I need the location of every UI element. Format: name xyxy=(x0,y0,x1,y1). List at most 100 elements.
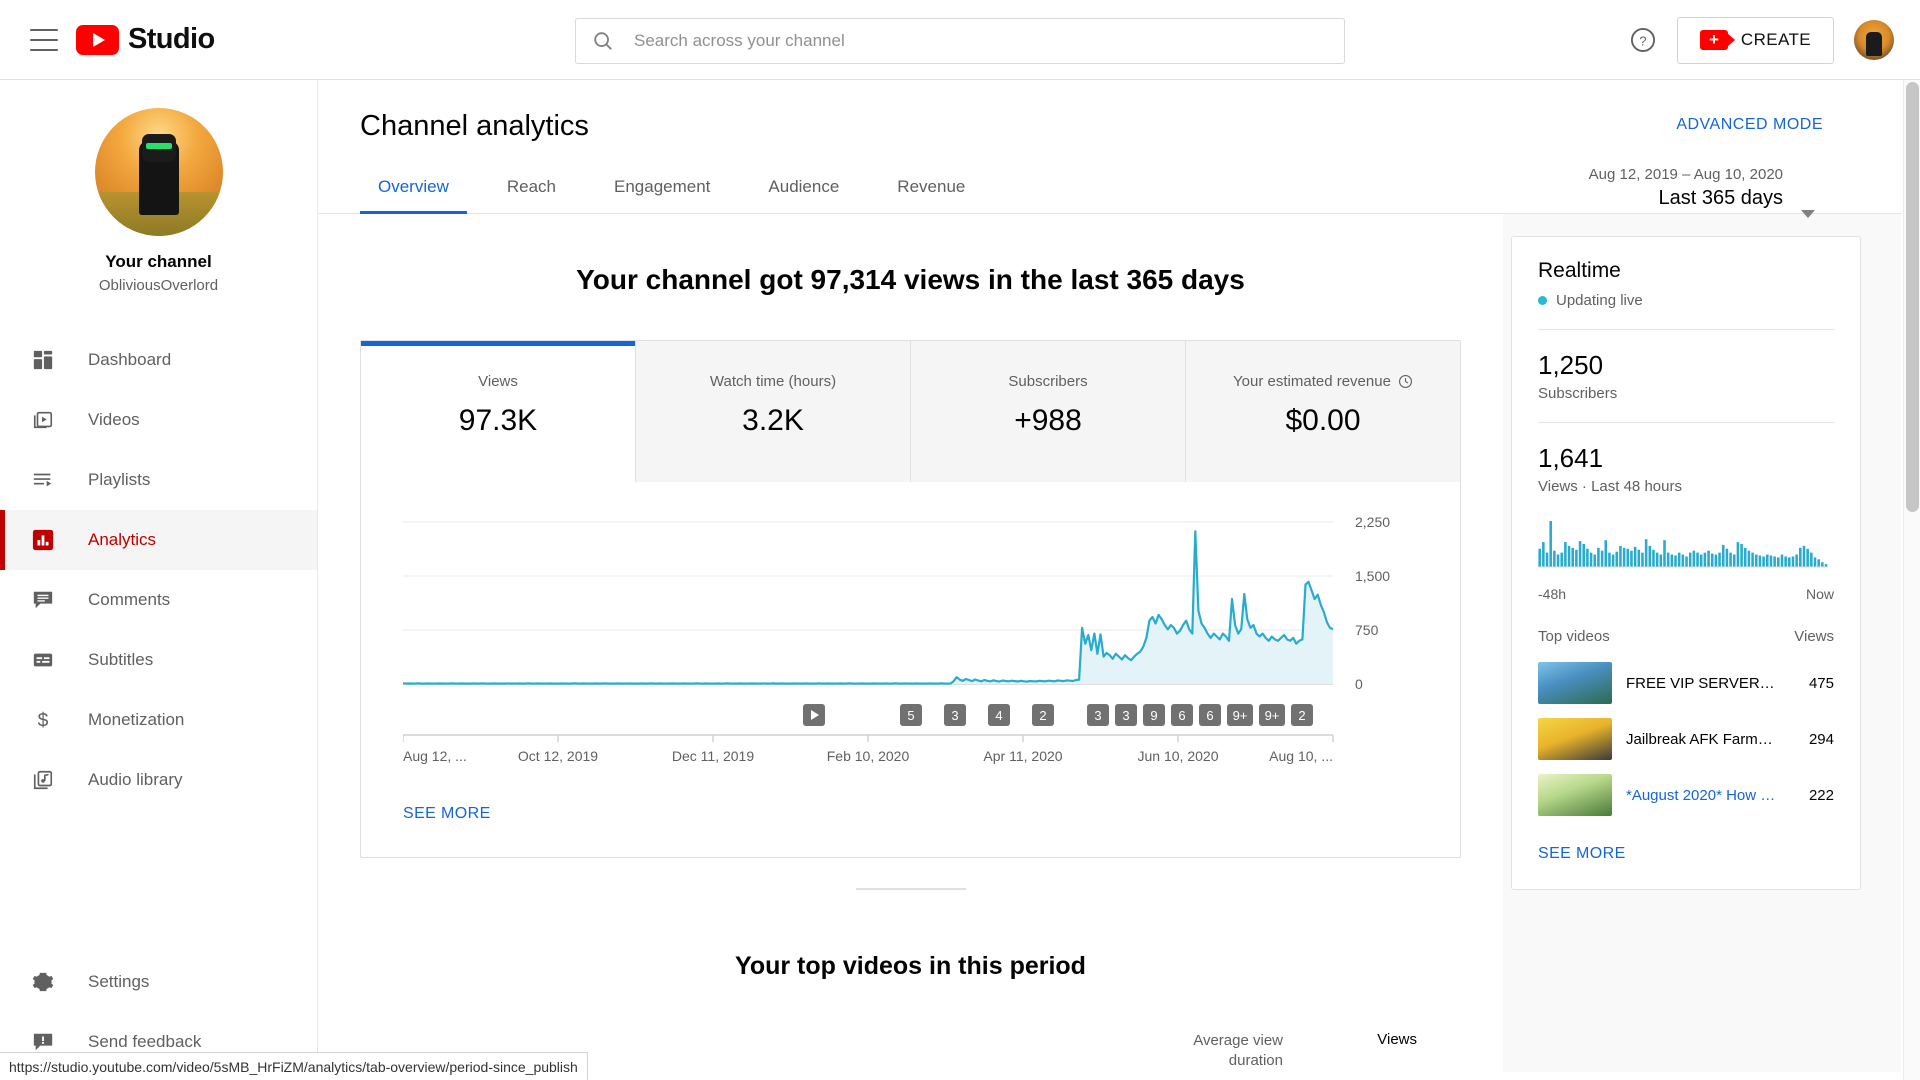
date-range-label: Last 365 days xyxy=(1658,187,1783,209)
list-item[interactable]: FREE VIP SERVERS IN DES… 475 xyxy=(1538,655,1834,711)
sidebar-item-settings[interactable]: Settings xyxy=(0,952,317,1012)
metric-value: 97.3K xyxy=(458,404,538,437)
video-count-badge[interactable]: 3 xyxy=(944,704,966,726)
sidebar-item-comments[interactable]: Comments xyxy=(0,570,317,630)
realtime-views-value: 1,641 xyxy=(1538,443,1604,473)
overview-content: Your channel got 97,314 views in the las… xyxy=(318,214,1901,1072)
date-range-selector[interactable]: Aug 12, 2019 – Aug 10, 2020 Last 365 day… xyxy=(1588,166,1823,218)
brand-label: Studio xyxy=(128,23,215,55)
sidebar-item-videos[interactable]: Videos xyxy=(0,390,317,450)
search-input[interactable] xyxy=(634,31,1328,51)
svg-text:750: 750 xyxy=(1355,622,1379,638)
sidebar-item-dashboard[interactable]: Dashboard xyxy=(0,330,317,390)
realtime-views-label: Views · Last 48 hours xyxy=(1538,478,1682,495)
video-count-badge[interactable]: 4 xyxy=(988,704,1010,726)
divider xyxy=(1538,329,1834,330)
metric-views[interactable]: Views 97.3K xyxy=(361,341,635,482)
play-badge-icon[interactable] xyxy=(803,704,825,726)
sidebar-item-subtitles[interactable]: Subtitles xyxy=(0,630,317,690)
realtime-sparkline[interactable] xyxy=(1538,517,1834,578)
account-avatar[interactable] xyxy=(1854,20,1894,60)
studio-logo[interactable]: Studio xyxy=(76,23,215,56)
sidebar-item-playlists[interactable]: Playlists xyxy=(0,450,317,510)
overview-headline: Your channel got 97,314 views in the las… xyxy=(576,264,1245,295)
sidebar-item-audio-library[interactable]: Audio library xyxy=(0,750,317,810)
video-count-badge[interactable]: 6 xyxy=(1199,704,1221,726)
list-item[interactable]: Jailbreak AFK Farm! 1.4 Mil… 294 xyxy=(1538,711,1834,767)
chart-svg: 0 750 1,500 2,250 xyxy=(402,514,1390,692)
svg-text:Oct 12, 2019: Oct 12, 2019 xyxy=(518,748,598,764)
sidebar-item-monetization[interactable]: $ Monetization xyxy=(0,690,317,750)
svg-text:Aug 12, ...: Aug 12, ... xyxy=(403,748,467,764)
tab-overview[interactable]: Overview xyxy=(360,177,467,214)
tab-reach[interactable]: Reach xyxy=(489,177,574,213)
video-count-badge[interactable]: 3 xyxy=(1115,704,1137,726)
video-title: Jailbreak AFK Farm! 1.4 Mil… xyxy=(1626,730,1776,748)
page-title: Channel analytics xyxy=(360,110,589,142)
views-chart[interactable]: 0 750 1,500 2,250 5 3 4 2 3 3 9 6 6 9+ 9+ 2 Aug 12, ..… xyxy=(361,482,1460,857)
sidebar-label: Videos xyxy=(88,410,140,429)
channel-label: Your channel xyxy=(105,252,212,271)
tab-engagement[interactable]: Engagement xyxy=(596,177,728,213)
video-count-badge[interactable]: 5 xyxy=(900,704,922,726)
sidebar-label: Settings xyxy=(88,972,150,991)
svg-text:Apr 11, 2020: Apr 11, 2020 xyxy=(983,748,1062,764)
channel-avatar[interactable] xyxy=(94,108,223,236)
videos-icon xyxy=(30,407,56,433)
video-count-badge[interactable]: 9 xyxy=(1143,704,1165,726)
video-count-badges: 5 3 4 2 3 3 9 6 6 9+ 9+ 2 xyxy=(403,704,1313,726)
video-count-badge[interactable]: 9+ xyxy=(1259,704,1285,726)
gear-icon xyxy=(30,969,56,995)
video-count-badge[interactable]: 6 xyxy=(1171,704,1193,726)
top-videos-views-label: Views xyxy=(1794,628,1834,645)
create-button[interactable]: + CREATE xyxy=(1676,16,1834,64)
video-count-badge[interactable]: 2 xyxy=(1032,704,1054,726)
metric-estimated-revenue[interactable]: Your estimated revenue $0.00 xyxy=(1185,341,1460,482)
video-count-badge[interactable]: 3 xyxy=(1087,704,1109,726)
list-item[interactable]: *August 2020* How to Get … 222 xyxy=(1538,767,1834,823)
realtime-see-more-button[interactable]: SEE MORE xyxy=(1538,845,1834,863)
video-thumbnail xyxy=(1538,718,1612,760)
help-circle-icon[interactable]: ? xyxy=(1629,26,1657,54)
divider xyxy=(1538,422,1834,423)
metrics-card: Views 97.3K Watch time (hours) 3.2K Subs… xyxy=(360,340,1461,858)
chart-canvas: 0 750 1,500 2,250 5 3 4 2 3 3 9 6 6 9+ 9+ 2 Aug 12, ..… xyxy=(361,508,1460,779)
page-header: Channel analytics ADVANCED MODE Aug 12, … xyxy=(318,80,1901,218)
sidebar-label: Subtitles xyxy=(88,650,154,669)
search-box[interactable] xyxy=(575,18,1345,64)
svg-text:?: ? xyxy=(1639,33,1646,48)
svg-text:2,250: 2,250 xyxy=(1355,514,1390,530)
chart-see-more-button[interactable]: SEE MORE xyxy=(361,779,1460,857)
hamburger-menu-icon[interactable] xyxy=(30,28,58,51)
metric-value: +988 xyxy=(1014,404,1082,437)
metric-label: Watch time (hours) xyxy=(709,373,837,390)
video-title: FREE VIP SERVERS IN DES… xyxy=(1626,674,1776,692)
video-camera-plus-icon: + xyxy=(1699,30,1735,50)
video-thumbnail xyxy=(1538,774,1612,816)
sidebar-label: Analytics xyxy=(88,530,157,549)
video-count-badge[interactable]: 9+ xyxy=(1227,704,1253,726)
metric-subscribers[interactable]: Subscribers +988 xyxy=(910,341,1185,482)
metric-watch-time[interactable]: Watch time (hours) 3.2K xyxy=(635,341,910,482)
tab-audience[interactable]: Audience xyxy=(750,177,857,213)
date-range-dates: Aug 12, 2019 – Aug 10, 2020 xyxy=(1588,166,1783,183)
scrollbar-thumb[interactable] xyxy=(1906,82,1919,512)
video-count-badge[interactable]: 2 xyxy=(1291,704,1313,726)
subtitles-icon xyxy=(30,647,56,673)
dollar-icon: $ xyxy=(30,707,56,733)
page-scrollbar[interactable] xyxy=(1903,70,1920,1080)
realtime-status-label: Updating live xyxy=(1556,292,1643,309)
comments-icon xyxy=(30,587,56,613)
svg-text:Aug 10, ...: Aug 10, ... xyxy=(1269,748,1333,764)
analytics-icon xyxy=(30,527,56,553)
metric-label: Subscribers xyxy=(1008,373,1088,390)
column-average-view-duration: Average view duration xyxy=(1193,1032,1283,1070)
sidebar-item-analytics[interactable]: Analytics xyxy=(0,510,317,570)
create-button-label: CREATE xyxy=(1740,30,1811,49)
realtime-status: Updating live xyxy=(1538,292,1834,309)
metrics-row: Views 97.3K Watch time (hours) 3.2K Subs… xyxy=(361,341,1460,482)
tab-revenue[interactable]: Revenue xyxy=(879,177,983,213)
column-views: Views xyxy=(1377,1031,1417,1048)
advanced-mode-button[interactable]: ADVANCED MODE xyxy=(1676,116,1823,134)
